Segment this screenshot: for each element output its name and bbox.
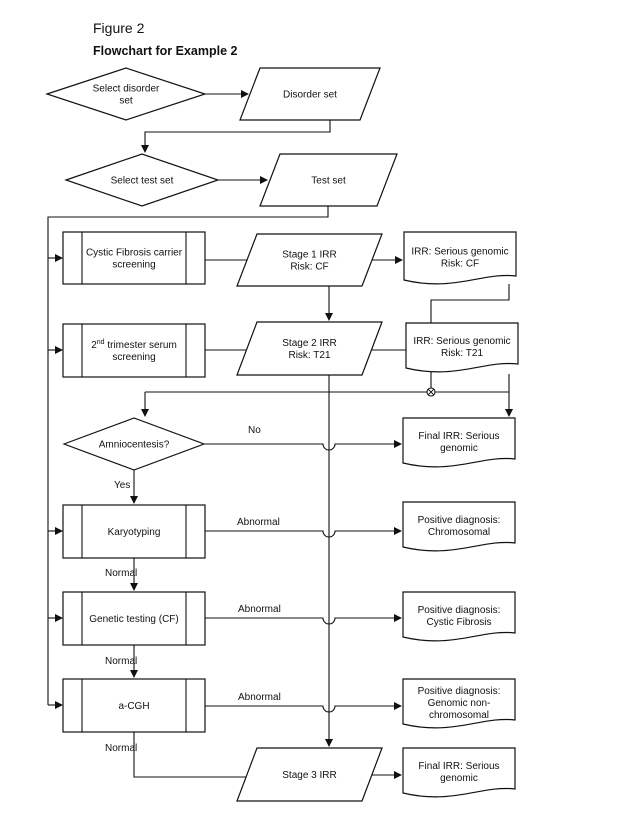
node-text: Risk: CF — [441, 259, 479, 270]
edge-label-amnio-no: No — [248, 425, 261, 436]
node-text: Risk: T21 — [441, 348, 483, 359]
edge-label-acgh-abnormal: Abnormal — [238, 692, 281, 703]
edge-amnio-no — [204, 440, 402, 451]
flowchart: Select disorderset Disorder set Select tes… — [45, 67, 519, 802]
node-text: Genetic testing (CF) — [89, 614, 178, 625]
node-text: Stage 3 IRR — [282, 770, 336, 781]
node-text: Risk: T21 — [288, 350, 330, 361]
node-text: Select disorder — [93, 84, 160, 95]
node-text: Disorder set — [283, 90, 337, 101]
node-text: chromosomal — [429, 710, 489, 721]
node-pos-genomic: Positive diagnosis:Genomic non-chromosom… — [402, 678, 516, 729]
node-amnio: Amniocentesis? — [62, 417, 206, 471]
edge-acgh-abnormal — [205, 702, 402, 713]
node-text: Positive diagnosis: — [418, 515, 501, 526]
node-text: screening — [112, 260, 155, 271]
node-text: set — [119, 96, 133, 107]
node-pos-cf: Positive diagnosis:Cystic Fibrosis — [402, 591, 516, 642]
node-disorder-set: Disorder set — [239, 67, 381, 121]
node-text: Test set — [311, 176, 346, 187]
node-final-irr-1: Final IRR: Seriousgenomic — [402, 417, 516, 468]
node-text: Final IRR: Serious — [418, 431, 499, 442]
node-select-test: Select test set — [64, 153, 220, 207]
node-select-disorder: Select disorderset — [45, 67, 207, 121]
edge-label-karyo-normal: Normal — [105, 568, 137, 579]
node-text: Amniocentesis? — [99, 440, 170, 451]
node-karyotyping: Karyotyping — [62, 504, 206, 559]
nodes: Select disorderset Disorder set Select tes… — [45, 67, 519, 802]
node-text: Positive diagnosis: — [418, 605, 501, 616]
node-text: Cystic Fibrosis carrier — [86, 248, 183, 259]
summing-junction-icon — [426, 387, 436, 397]
node-text: Stage 2 IRR — [282, 338, 336, 349]
node-text: screening — [112, 352, 155, 363]
edge-genetic-cf-abnormal — [205, 614, 402, 625]
node-text: Karyotyping — [108, 527, 161, 538]
node-text: Genomic non- — [428, 698, 491, 709]
node-text: Risk: CF — [290, 262, 328, 273]
node-text: 2nd trimester serum — [91, 339, 177, 351]
node-stage1: Stage 1 IRRRisk: CF — [236, 233, 383, 287]
node-text: Stage 1 IRR — [282, 250, 336, 261]
node-text: genomic — [440, 773, 478, 784]
node-text: genomic — [440, 443, 478, 454]
node-text: IRR: Serious genomic — [413, 336, 510, 347]
node-final-irr-2: Final IRR: Seriousgenomic — [402, 747, 516, 798]
edge-label-cf-normal: Normal — [105, 656, 137, 667]
node-test-set: Test set — [259, 153, 398, 207]
edge-label-acgh-normal: Normal — [105, 743, 137, 754]
node-text: IRR: Serious genomic — [411, 247, 508, 258]
node-text: Chromosomal — [428, 527, 490, 538]
node-acgh: a-CGH — [62, 678, 206, 733]
node-pos-chromosomal: Positive diagnosis:Chromosomal — [402, 501, 516, 552]
node-text: Final IRR: Serious — [418, 761, 499, 772]
edge-label-cf-abnormal: Abnormal — [238, 604, 281, 615]
node-stage2: Stage 2 IRRRisk: T21 — [236, 321, 383, 376]
node-text: a-CGH — [118, 701, 149, 712]
node-text: Positive diagnosis: — [418, 686, 501, 697]
node-genetic-cf: Genetic testing (CF) — [62, 591, 206, 646]
edge-disorder-set-to-select-test — [141, 120, 331, 153]
node-text: Select test set — [111, 176, 174, 187]
node-serum-screening: 2nd trimester serumscreening — [62, 323, 206, 378]
edge-karyotyping-abnormal — [205, 527, 402, 538]
node-irr-t21: IRR: Serious genomicRisk: T21 — [405, 322, 519, 373]
node-text: Cystic Fibrosis — [426, 617, 491, 628]
node-irr-cf: IRR: Serious genomicRisk: CF — [403, 231, 517, 285]
edge-label-karyo-abnormal: Abnormal — [237, 517, 280, 528]
edge-label-amnio-yes: Yes — [114, 480, 130, 491]
node-stage3: Stage 3 IRR — [236, 747, 383, 802]
node-cf-screening: Cystic Fibrosis carrierscreening — [62, 231, 206, 285]
